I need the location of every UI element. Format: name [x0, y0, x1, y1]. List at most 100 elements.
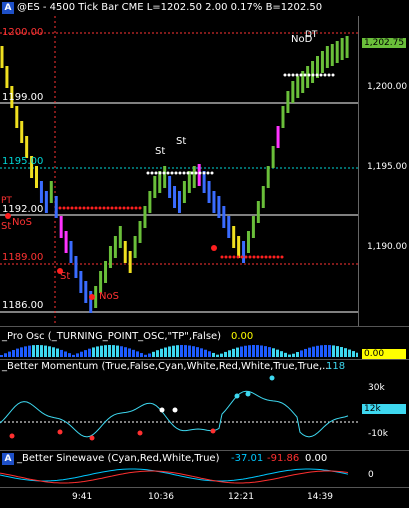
price-axis-label-1200: 1,200.00 — [367, 82, 408, 92]
momentum-dot — [172, 407, 178, 413]
momentum-dot — [137, 430, 143, 436]
pro-osc-bar — [136, 351, 139, 357]
pro-osc-bar — [48, 346, 51, 357]
signal-dot — [307, 73, 311, 77]
pro-osc-bar — [336, 346, 339, 357]
pro-osc-bar — [24, 346, 27, 357]
signal-dot — [162, 171, 166, 175]
annotation-st-2: St — [176, 136, 187, 147]
pro-osc-bar — [160, 348, 163, 357]
pro-osc-bar — [212, 352, 215, 357]
pro-osc-bar — [272, 348, 275, 357]
price-level-label-1199: 1199.00 — [2, 92, 44, 103]
signal-dot — [166, 171, 170, 175]
pro-osc-label: _Pro Osc (_TURNING_POINT_OSC,"TP",False) — [2, 331, 222, 342]
pro-osc-bar — [120, 346, 123, 357]
better-sinewave-label: _Better Sinewave (Cyan,Red,White,True) — [17, 453, 220, 464]
pro-osc-histogram[interactable] — [0, 343, 358, 357]
pro-osc-bar — [124, 347, 127, 357]
signal-dot — [272, 255, 276, 259]
better-momentum-plot[interactable] — [0, 374, 358, 450]
pro-osc-axis-tag: 0.00 — [362, 349, 406, 359]
pro-osc-bar — [284, 352, 287, 357]
pro-osc-bar — [196, 347, 199, 357]
sinewave-analysis-icon[interactable]: A — [2, 453, 14, 465]
pro-osc-bar — [4, 353, 7, 357]
time-axis-separator — [0, 487, 409, 488]
signal-dot — [178, 171, 182, 175]
annotation-st-3: St — [1, 221, 12, 232]
momentum-dot — [89, 435, 95, 441]
pro-osc-bar — [188, 345, 191, 357]
pro-osc-bar — [20, 347, 23, 357]
price-bars — [0, 36, 349, 313]
annotation-st-1: St — [155, 146, 166, 157]
pro-osc-bar — [116, 345, 119, 357]
pro-osc-bar — [164, 347, 167, 357]
pro-osc-bar — [80, 351, 83, 357]
pro-osc-bar — [236, 347, 239, 357]
pro-osc-bar — [256, 345, 259, 357]
panel-separator-1 — [0, 326, 409, 327]
signal-dot — [327, 73, 331, 77]
signal-dot — [90, 206, 94, 210]
pro-osc-bar — [112, 345, 115, 357]
pro-osc-bar — [356, 352, 358, 357]
pro-osc-bar — [60, 349, 63, 357]
pro-osc-bar — [316, 345, 319, 357]
price-level-label-1200: 1200.00 — [2, 27, 44, 38]
pro-osc-bar — [232, 348, 235, 357]
pro-osc-bar — [308, 347, 311, 357]
current-price-tag: 1,202.75 — [362, 38, 407, 48]
signal-dot — [240, 255, 244, 259]
signal-dot — [264, 255, 268, 259]
signal-dot — [150, 171, 154, 175]
pro-osc-bar — [224, 351, 227, 357]
price-axis-divider — [358, 16, 359, 326]
pro-osc-bar — [240, 346, 243, 357]
pro-osc-bar — [140, 353, 143, 357]
signal-dot — [74, 206, 78, 210]
pro-osc-bar — [88, 348, 91, 357]
better-sinewave-plot[interactable] — [0, 465, 358, 487]
analysis-icon[interactable]: A — [2, 2, 14, 14]
price-level-label-1189: 1189.00 — [2, 252, 44, 263]
pro-osc-bar — [184, 345, 187, 357]
signal-dot — [146, 171, 150, 175]
pro-osc-bar — [248, 345, 251, 357]
pro-osc-bar — [216, 354, 219, 357]
signal-dot — [170, 171, 174, 175]
signal-dot — [311, 73, 315, 77]
pro-osc-bar — [208, 351, 211, 357]
pro-osc-bar — [244, 345, 247, 357]
signal-dot — [190, 171, 194, 175]
signal-dot — [206, 171, 210, 175]
signal-dot — [102, 206, 106, 210]
pro-osc-bar — [92, 347, 95, 357]
pro-osc-bar — [108, 345, 111, 357]
momentum-dot — [234, 393, 240, 399]
signal-dot — [232, 255, 236, 259]
pro-osc-bar — [148, 353, 151, 357]
time-label-1221: 12:21 — [228, 492, 254, 502]
pro-osc-bar — [168, 346, 171, 357]
signal-dot — [138, 206, 142, 210]
pro-osc-bar — [172, 345, 175, 357]
annotation-dt: DT — [305, 30, 318, 40]
annotation-pt: PT — [1, 196, 12, 206]
signal-dot — [114, 206, 118, 210]
better-momentum-value: 118 — [326, 361, 346, 372]
pro-osc-bar — [104, 345, 107, 357]
pro-osc-bar — [12, 350, 15, 357]
pro-osc-bar — [52, 347, 55, 357]
signal-dot — [174, 171, 178, 175]
signal-dot — [126, 206, 130, 210]
price-axis-label-1195: 1,195.00 — [367, 162, 408, 172]
momentum-dot — [269, 375, 275, 381]
signal-dot — [134, 206, 138, 210]
momentum-dot — [57, 429, 63, 435]
panel-separator-2 — [0, 359, 409, 360]
signal-dot — [220, 255, 224, 259]
sinewave-axis-0: 0 — [368, 470, 374, 480]
signal-dot — [299, 73, 303, 77]
